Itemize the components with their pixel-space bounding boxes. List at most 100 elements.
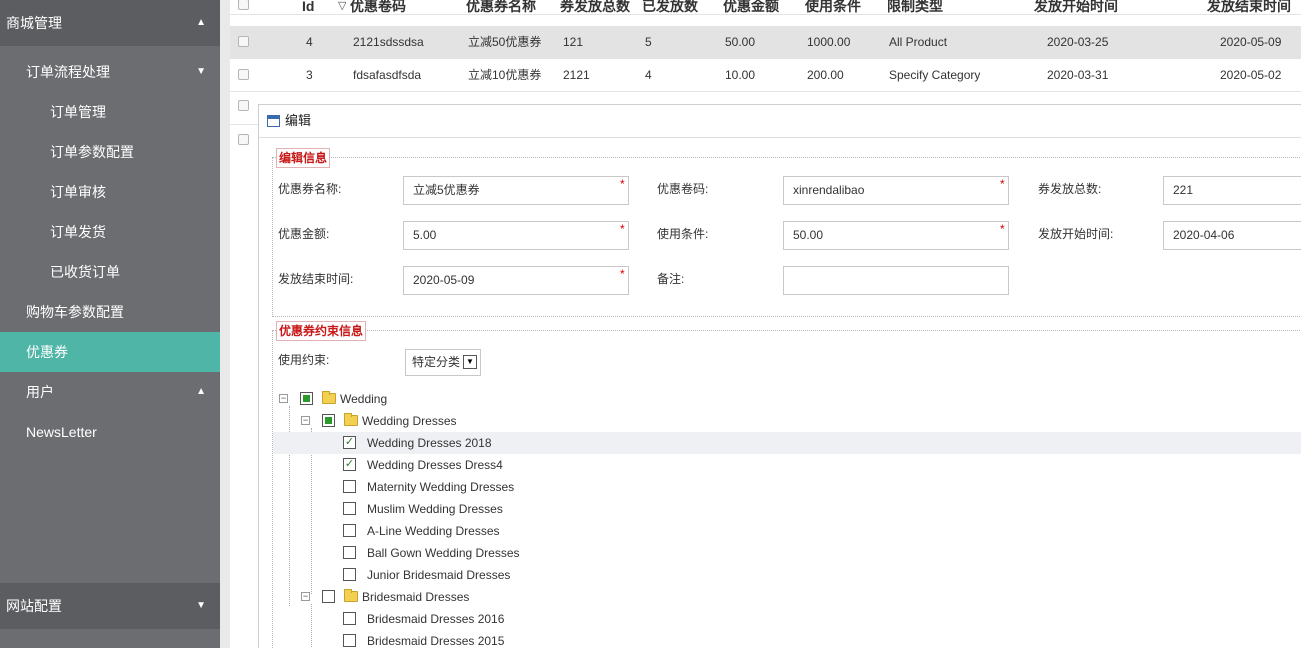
column-header-type[interactable]: 限制类型 [887,0,943,29]
partial-checkbox[interactable] [322,414,335,427]
tree-node-leaf[interactable]: Junior Bridesmaid Dresses [273,564,1301,586]
unchecked-checkbox[interactable] [343,524,356,537]
row-checkbox[interactable] [238,36,249,47]
column-header-issued[interactable]: 已发放数 [642,0,698,29]
cell-issued: 4 [645,68,652,82]
sidebar-footer [0,629,220,648]
table-row[interactable]: 4 2121sdssdsa 立减50优惠券 121 5 50.00 1000.0… [230,26,1301,59]
cell-start: 2020-03-25 [1047,35,1109,49]
column-header-amount[interactable]: 优惠金额 [723,0,779,29]
unchecked-checkbox[interactable] [343,612,356,625]
checked-checkbox[interactable]: ✓ [343,436,356,449]
sort-icon: ▽ [338,0,347,12]
row-checkbox[interactable] [238,69,249,80]
end-date-input[interactable] [403,266,629,295]
cell-end: 2020-05-02 [1220,68,1282,82]
required-mark: * [620,177,625,191]
sidebar-item-mall-management[interactable]: 商城管理 ▲ [0,0,220,46]
unchecked-checkbox[interactable] [343,546,356,559]
constraint-select[interactable]: 特定分类 ▼ [405,349,481,376]
cell-total: 121 [563,35,584,49]
sidebar-item-order-review[interactable]: 订单审核 [0,172,220,212]
start-date-input[interactable] [1163,221,1301,250]
amount-label: 优惠金额: [278,227,330,241]
unchecked-checkbox[interactable] [322,590,335,603]
row-checkbox[interactable] [238,134,249,145]
coupon-code-input[interactable] [783,176,1009,205]
required-mark: * [620,222,625,236]
chevron-down-icon: ▼ [196,600,206,611]
collapse-toggle-icon[interactable]: − [301,416,310,425]
column-header-name[interactable]: 优惠券名称 [466,0,536,29]
tree-node-wedding-dresses[interactable]: − Wedding Dresses [273,410,1301,432]
partial-checkbox[interactable] [300,392,313,405]
sidebar-item-label: 已收货订单 [50,264,120,280]
sidebar-item-users[interactable]: 用户 ▲ [0,372,220,412]
coupon-total-label: 券发放总数: [1038,182,1102,196]
sidebar-item-label: 订单管理 [50,104,106,120]
amount-input[interactable] [403,221,629,250]
column-header-condition[interactable]: 使用条件 [805,0,861,29]
sidebar-item-newsletter[interactable]: NewsLetter [0,412,220,452]
column-header-start[interactable]: 发放开始时间 [1034,0,1118,29]
coupon-name-label: 优惠券名称: [278,182,342,196]
unchecked-checkbox[interactable] [343,502,356,515]
tree-node-leaf[interactable]: ✓ Wedding Dresses Dress4 [273,454,1301,476]
collapse-toggle-icon[interactable]: − [279,394,288,403]
tree-node-leaf[interactable]: Bridesmaid Dresses 2015 [273,630,1301,648]
dialog-titlebar[interactable]: 编辑 [259,105,1301,138]
tree-node-leaf[interactable]: Maternity Wedding Dresses [273,476,1301,498]
sidebar-item-order-shipping[interactable]: 订单发货 [0,212,220,252]
row-checkbox[interactable] [238,100,249,111]
table-row[interactable]: 3 fdsafasdfsda 立减10优惠券 2121 4 10.00 200.… [230,59,1301,92]
tree-node-label: Ball Gown Wedding Dresses [367,546,520,560]
tree-node-leaf[interactable]: ✓ Wedding Dresses 2018 [273,432,1301,454]
checked-checkbox[interactable]: ✓ [343,458,356,471]
sidebar-item-order-params[interactable]: 订单参数配置 [0,132,220,172]
tree-node-leaf[interactable]: Muslim Wedding Dresses [273,498,1301,520]
cell-code: fdsafasdfsda [353,68,422,82]
sidebar-item-cart-params[interactable]: 购物车参数配置 [0,292,220,332]
table-header: Id ▽ 优惠卷码 优惠券名称 券发放总数 已发放数 优惠金额 使用条件 限制类… [230,0,1301,15]
chevron-up-icon: ▲ [196,17,206,28]
tree-node-leaf[interactable]: Bridesmaid Dresses 2016 [273,608,1301,630]
sidebar-item-site-config[interactable]: 网站配置 ▼ [0,583,220,629]
sidebar-item-label: 购物车参数配置 [26,304,124,320]
unchecked-checkbox[interactable] [343,634,356,647]
tree-node-label: Bridesmaid Dresses 2016 [367,612,505,626]
column-header-end[interactable]: 发放结束时间 [1207,0,1291,29]
unchecked-checkbox[interactable] [343,480,356,493]
tree-node-bridesmaid-dresses[interactable]: − Bridesmaid Dresses [273,586,1301,608]
coupon-total-input[interactable] [1163,176,1301,205]
cell-end: 2020-05-09 [1220,35,1282,49]
constraint-label: 使用约束: [278,353,330,367]
unchecked-checkbox[interactable] [343,568,356,581]
tree-node-wedding[interactable]: − Wedding [273,388,1301,410]
cell-name: 立减10优惠券 [468,68,542,82]
sidebar-item-order-flow[interactable]: 订单流程处理 ▼ [0,52,220,92]
tree-node-label: Wedding Dresses Dress4 [367,458,503,472]
column-header-id[interactable]: Id [302,0,314,29]
required-mark: * [620,267,625,281]
remark-input[interactable] [783,266,1009,295]
edit-form-icon [267,115,280,127]
tree-node-leaf[interactable]: Ball Gown Wedding Dresses [273,542,1301,564]
sidebar-item-received-orders[interactable]: 已收货订单 [0,252,220,292]
coupon-code-label: 优惠卷码: [657,182,709,196]
start-date-label: 发放开始时间: [1038,227,1114,241]
sidebar-item-coupons[interactable]: 优惠券 [0,332,220,372]
column-header-total[interactable]: 券发放总数 [560,0,630,29]
column-header-code[interactable]: 优惠卷码 [350,0,406,29]
remark-label: 备注: [657,272,685,286]
tree-node-label: Junior Bridesmaid Dresses [367,568,511,582]
edit-dialog: 编辑 编辑信息 优惠券名称: * 优惠卷码: * 券发放总数: 优惠金额: * … [258,104,1301,648]
select-all-checkbox[interactable] [238,0,249,10]
sidebar-item-order-management[interactable]: 订单管理 [0,92,220,132]
collapse-toggle-icon[interactable]: − [301,592,310,601]
section-title: 优惠券约束信息 [276,321,367,341]
tree-node-label: Wedding [340,392,388,406]
coupon-name-input[interactable] [403,176,629,205]
chevron-up-icon: ▲ [196,386,206,397]
tree-node-leaf[interactable]: A-Line Wedding Dresses [273,520,1301,542]
condition-input[interactable] [783,221,1009,250]
